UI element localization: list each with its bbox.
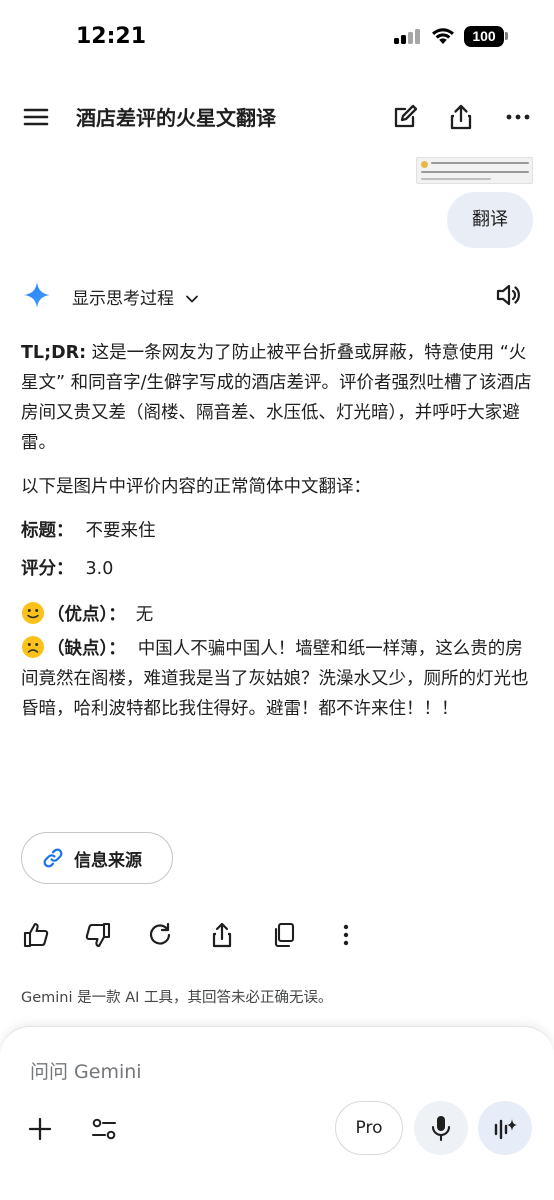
tools-settings-icon[interactable] [88,1113,120,1145]
cons-paragraph: （缺点）： 中国人不骗中国人！墙壁和纸一样薄，这么贵的房间竟然在阁楼，难道我是当了… [21,634,535,724]
tldr-text: 这是一条网友为了防止被平台折叠或屏蔽，特意使用 “火星文” 和同音字/生僻字写成… [21,343,532,453]
translation-intro: 以下是图片中评价内容的正常简体中文翻译： [21,477,371,497]
thumbs-up-icon[interactable] [21,920,51,950]
gemini-logo-icon [24,282,50,308]
cons-label: （缺点）： [47,639,126,659]
live-sparkle-icon [494,1119,517,1140]
more-options-icon[interactable] [503,102,533,132]
edit-icon[interactable] [390,102,420,132]
show-thinking-label: 显示思考过程 [72,289,174,309]
share-icon[interactable] [446,102,476,132]
regenerate-icon[interactable] [145,920,175,950]
pros-value: 无 [135,605,154,625]
pros-row: （优点）： 无 [21,596,535,634]
sources-button[interactable]: 信息来源 [21,832,173,884]
battery-indicator: 100 [464,26,504,47]
menu-icon[interactable] [21,102,51,132]
response-actions [0,920,554,952]
review-title-row: 标题： 不要来住 [21,512,535,550]
wifi-icon [432,28,454,44]
user-message-bubble: 翻译 [447,192,533,248]
prompt-input[interactable] [30,1057,510,1087]
thumbs-down-icon[interactable] [83,920,113,950]
review-score-label: 评分： [21,559,74,579]
status-bar: 12:21 100 [0,0,554,76]
app-header: 酒店差评的火星文翻译 [0,86,554,148]
review-score-row: 评分： 3.0 [21,550,535,588]
live-mode-button[interactable] [478,1101,532,1155]
copy-icon[interactable] [269,920,299,950]
slightly-smiling-face-emoji-icon [22,602,44,624]
share-response-icon[interactable] [207,920,237,950]
link-icon [43,848,63,868]
chevron-down-icon [186,295,199,303]
pro-model-button[interactable]: Pro [335,1101,403,1155]
conversation-title: 酒店差评的火星文翻译 [76,106,276,130]
frowning-face-emoji-icon [22,636,44,658]
microphone-button[interactable] [414,1101,468,1155]
status-time: 12:21 [76,24,147,49]
review-score-value: 3.0 [85,559,114,579]
response-header: 显示思考过程 [0,278,554,314]
prompt-composer: Pro [0,1026,554,1200]
more-actions-icon[interactable] [331,920,361,950]
cellular-signal-icon [394,28,422,44]
response-body: TL;DR: 这是一条网友为了防止被平台折叠或屏蔽，特意使用 “火星文” 和同音… [21,338,535,724]
pros-label: （优点）： [47,605,126,625]
tldr-label: TL;DR: [21,343,87,363]
battery-tip [505,32,508,40]
attached-image-thumbnail[interactable] [416,157,533,184]
review-title-label: 标题： [21,521,74,541]
ai-disclaimer: Gemini 是一款 AI 工具，其回答未必正确无误。 [21,990,333,1006]
tldr-paragraph: TL;DR: 这是一条网友为了防止被平台折叠或屏蔽，特意使用 “火星文” 和同音… [21,338,535,458]
sources-button-label: 信息来源 [74,851,142,871]
show-thinking-toggle[interactable]: 显示思考过程 [72,284,199,309]
add-attachment-icon[interactable] [24,1113,56,1145]
microphone-icon [431,1116,451,1142]
review-title-value: 不要来住 [85,521,156,541]
speaker-icon[interactable] [494,281,522,309]
